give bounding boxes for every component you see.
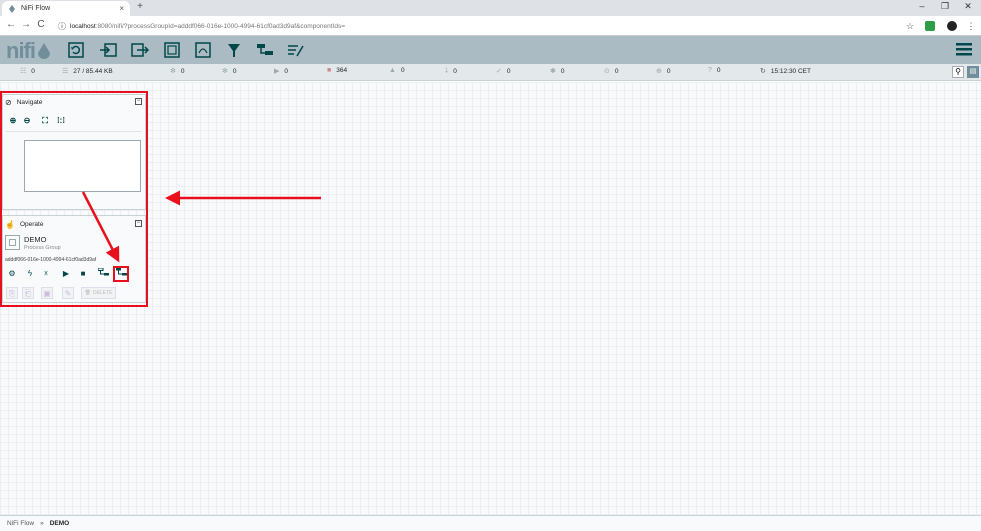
address-bar[interactable]: ⓘ localhost:8080/nifi/?processGroupId=ad…	[58, 19, 928, 33]
process-group-icon[interactable]	[162, 40, 182, 60]
search-icon[interactable]: ⚲	[952, 66, 964, 78]
flow-status-bar	[0, 64, 981, 81]
question-icon: ?	[708, 67, 712, 74]
stale-value: 0	[614, 67, 619, 75]
remote-process-group-icon[interactable]	[193, 40, 213, 60]
browser-tab-bar	[0, 0, 981, 16]
active-threads-value: 0	[31, 67, 35, 75]
stat-transmitting: ✻ 0	[170, 67, 185, 76]
disabled-icon: ⸸	[445, 68, 449, 75]
stat-running: ▶ 0	[274, 67, 289, 76]
minimize-button[interactable]: –	[912, 1, 932, 11]
url-host: localhost	[70, 22, 96, 30]
template-icon[interactable]	[255, 40, 275, 60]
bookmark-star-icon[interactable]: ☆	[905, 21, 915, 31]
browser-tab-title: NiFi Flow	[21, 5, 51, 12]
modified-stale-value: 0	[666, 67, 671, 75]
info-icon: ⓘ	[58, 21, 66, 31]
stat-invalid: ▲ 0	[389, 67, 405, 74]
label-icon[interactable]	[286, 40, 306, 60]
restore-button[interactable]: ❐	[935, 1, 955, 12]
close-window-button[interactable]: ✕	[958, 1, 978, 12]
new-tab-button[interactable]: +	[134, 1, 146, 12]
breadcrumb-separator: »	[40, 520, 44, 527]
stat-not-transmitting: ✻ 0	[222, 67, 237, 76]
asterisk-icon: ✱	[550, 68, 556, 75]
disabled-value: 0	[453, 68, 457, 75]
nifi-drop-icon	[38, 43, 50, 59]
nifi-favicon-icon	[8, 4, 16, 13]
breadcrumb-root-link[interactable]: NiFi Flow	[7, 520, 34, 527]
check-icon: ✓	[496, 68, 502, 75]
nifi-logo: nifi	[6, 38, 51, 64]
stale-icon: ⊙	[604, 68, 610, 75]
stat-last-refreshed: ↻ 15:12:30 CET	[760, 67, 811, 76]
stopped-icon: ■	[327, 67, 332, 74]
url-path: :8080/nifi/?processGroupId=adddf066-016e…	[95, 22, 346, 30]
transmitting-value: 0	[180, 67, 185, 75]
running-icon: ▶	[274, 68, 280, 75]
breadcrumb: NiFi Flow » DEMO	[0, 515, 981, 531]
not-transmitting-value: 0	[232, 67, 237, 75]
stat-queued: ☰ 27 / 85.44 KB	[62, 67, 113, 76]
stat-locally-modified: ✱ 0	[550, 67, 565, 76]
modified-stale-icon: ⊕	[656, 68, 662, 75]
refresh-icon[interactable]: ↻	[760, 67, 766, 75]
processor-icon[interactable]	[66, 40, 86, 60]
input-port-icon[interactable]	[98, 40, 118, 60]
stopped-value: 364	[336, 67, 348, 74]
funnel-icon[interactable]	[224, 40, 244, 60]
forward-icon[interactable]: →	[20, 19, 32, 30]
profile-avatar[interactable]	[947, 21, 957, 31]
last-refreshed-value: 15:12:30 CET	[770, 67, 811, 75]
sync-failure-value: 0	[716, 67, 721, 74]
tab-close-icon[interactable]: ×	[119, 4, 124, 13]
stat-up-to-date: ✓ 0	[496, 67, 511, 76]
stat-disabled: ⸸ 0	[445, 67, 457, 76]
global-menu-icon[interactable]	[956, 42, 972, 56]
not-transmitting-icon: ✻	[222, 68, 228, 75]
running-value: 0	[284, 67, 289, 75]
annotation-button-highlight	[113, 266, 129, 282]
stat-stale: ⊙ 0	[604, 67, 619, 76]
stat-stopped: ■ 364	[327, 67, 347, 74]
invalid-icon: ▲	[389, 67, 396, 74]
stat-sync-failure: ? 0	[708, 67, 721, 74]
breadcrumb-current: DEMO	[49, 520, 70, 527]
transmitting-icon: ✻	[170, 68, 176, 75]
back-icon[interactable]: ←	[5, 19, 17, 30]
reload-icon[interactable]: C	[35, 19, 47, 30]
queued-value: 27 / 85.44 KB	[73, 67, 113, 75]
output-port-icon[interactable]	[130, 40, 150, 60]
queue-icon: ☰	[62, 68, 69, 75]
invalid-value: 0	[400, 67, 405, 74]
up-to-date-value: 0	[506, 67, 511, 75]
logo-text: nifi	[6, 38, 36, 63]
browser-tab[interactable]: NiFi Flow ×	[2, 1, 130, 16]
threads-icon: ☷	[20, 68, 27, 75]
browser-menu-icon[interactable]: ⋮	[966, 21, 976, 31]
stat-active-threads: ☷ 0	[20, 67, 35, 76]
stat-locally-modified-stale: ⊕ 0	[656, 67, 671, 76]
locally-modified-value: 0	[560, 67, 565, 75]
extension-icon[interactable]	[925, 21, 935, 31]
bulletin-board-icon[interactable]: ▤	[967, 66, 979, 78]
